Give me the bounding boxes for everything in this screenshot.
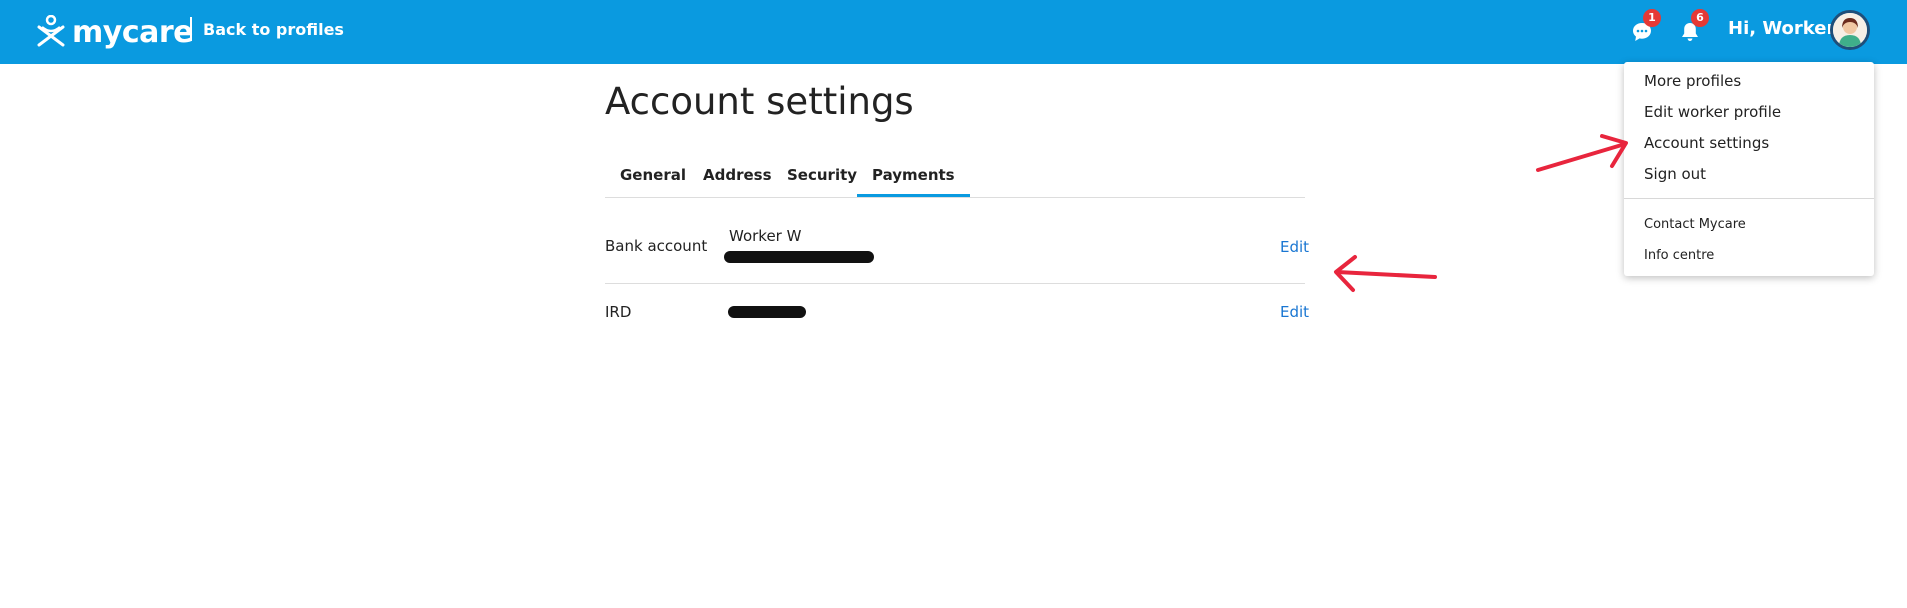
- ird-label: IRD: [605, 303, 632, 321]
- user-avatar-icon: [1833, 13, 1867, 47]
- page-title: Account settings: [605, 80, 914, 123]
- back-to-profiles-link[interactable]: Back to profiles: [203, 20, 344, 39]
- tab-security[interactable]: Security: [787, 166, 857, 184]
- settings-tabs: General Address Security Payments: [605, 160, 1305, 198]
- tab-payments[interactable]: Payments: [857, 166, 970, 197]
- menu-divider: [1624, 198, 1874, 199]
- menu-item-account-settings[interactable]: Account settings: [1644, 134, 1769, 152]
- edit-bank-account-link[interactable]: Edit: [1280, 238, 1309, 256]
- menu-item-edit-worker-profile[interactable]: Edit worker profile: [1644, 103, 1781, 121]
- brand-name: mycare: [72, 14, 193, 50]
- edit-ird-link[interactable]: Edit: [1280, 303, 1309, 321]
- annotation-arrow-icon: [1334, 255, 1437, 292]
- user-dropdown-menu: More profiles Edit worker profile Accoun…: [1624, 62, 1874, 276]
- header-divider: [190, 17, 192, 41]
- tab-address[interactable]: Address: [703, 166, 772, 184]
- bank-account-label: Bank account: [605, 237, 708, 255]
- top-navigation-bar: mycare Back to profiles 1 6 Hi, Worker: [0, 0, 1907, 64]
- bank-account-name: Worker W: [729, 227, 802, 245]
- mycare-logo-icon: [37, 15, 65, 47]
- messages-badge: 1: [1643, 9, 1661, 27]
- user-greeting[interactable]: Hi, Worker: [1728, 18, 1835, 39]
- messages-button[interactable]: 1: [1629, 9, 1661, 43]
- menu-item-sign-out[interactable]: Sign out: [1644, 165, 1706, 183]
- menu-item-more-profiles[interactable]: More profiles: [1644, 72, 1741, 90]
- tab-general[interactable]: General: [620, 166, 686, 184]
- menu-item-info-centre[interactable]: Info centre: [1644, 248, 1714, 263]
- row-divider: [605, 283, 1305, 284]
- redacted-bank-account-number: [724, 251, 874, 263]
- avatar[interactable]: [1830, 10, 1870, 50]
- menu-item-contact-mycare[interactable]: Contact Mycare: [1644, 217, 1746, 232]
- notifications-badge: 6: [1691, 9, 1709, 27]
- notifications-button[interactable]: 6: [1677, 9, 1709, 43]
- mycare-logo[interactable]: mycare: [36, 12, 193, 52]
- redacted-ird-number: [728, 306, 806, 318]
